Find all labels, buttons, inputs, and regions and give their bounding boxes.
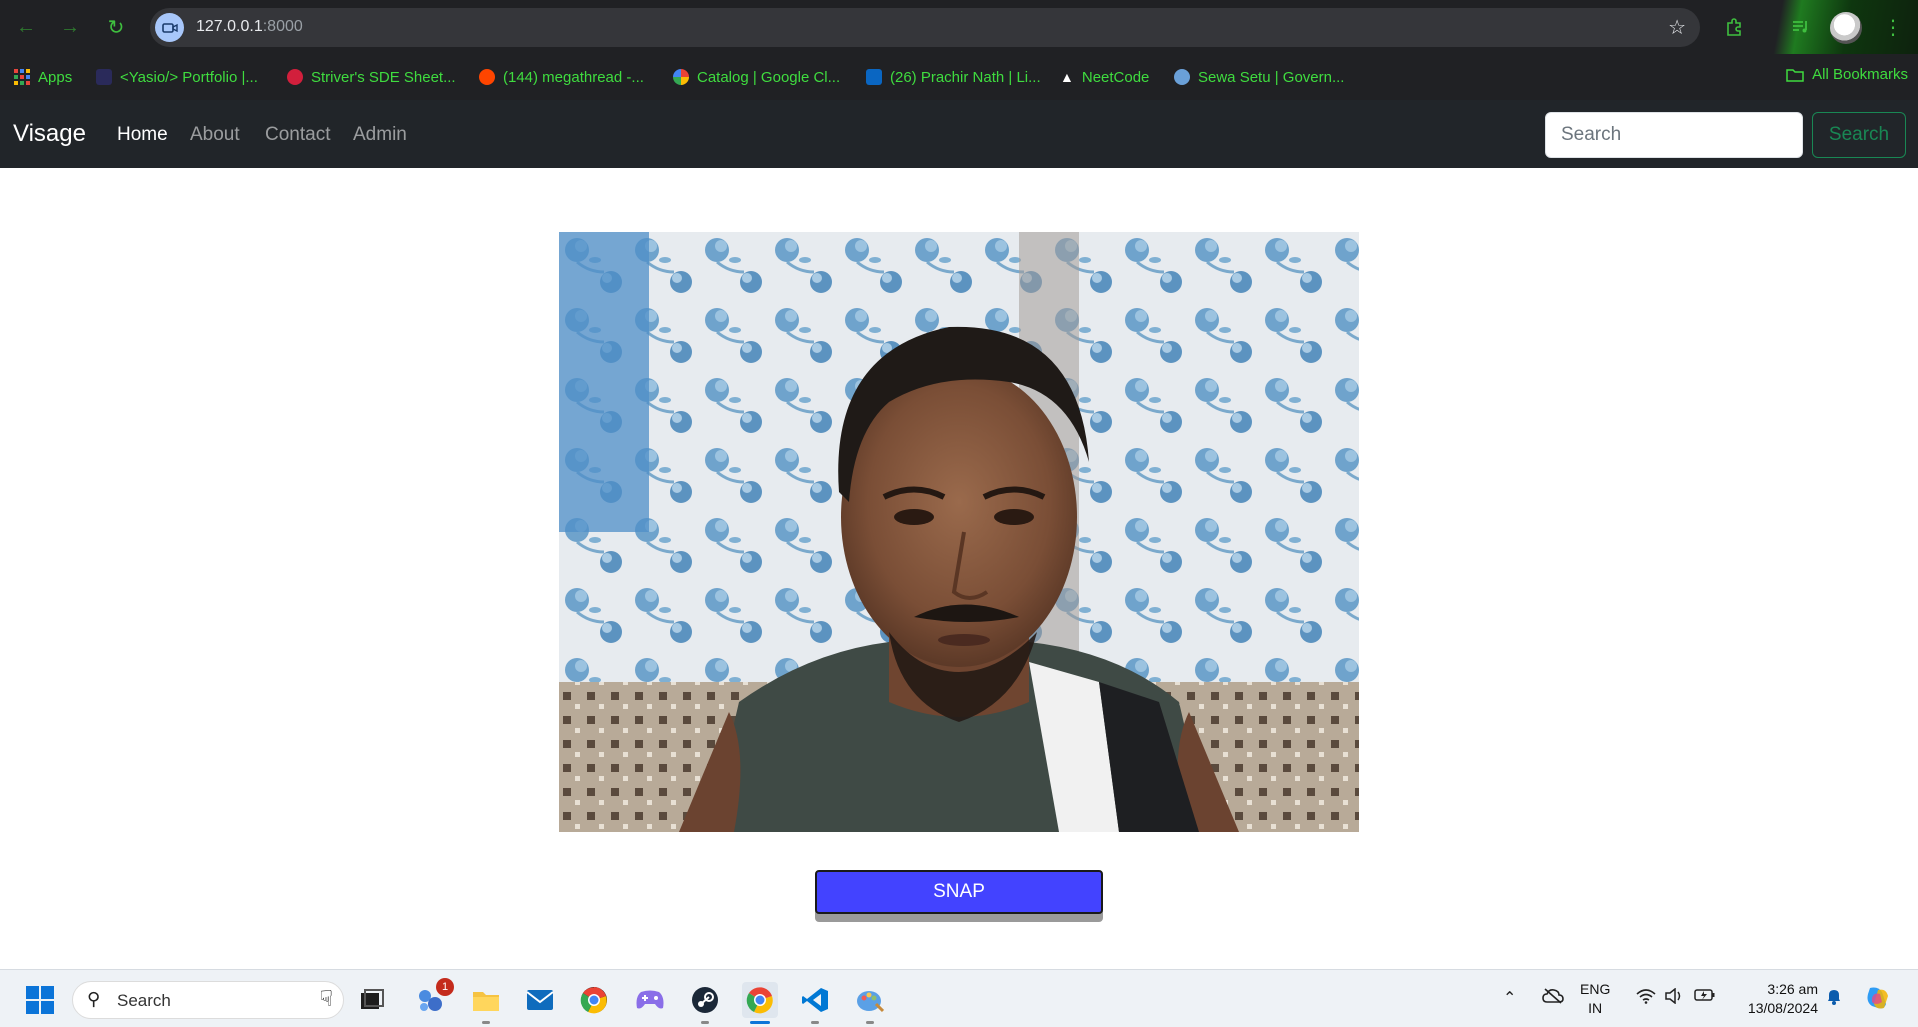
emblem-favicon-icon	[1174, 69, 1190, 85]
all-bookmarks-label: All Bookmarks	[1812, 66, 1908, 83]
extensions-icon[interactable]	[1720, 12, 1750, 42]
nav-about[interactable]: About	[190, 124, 240, 146]
url-port: :8000	[262, 18, 303, 35]
forward-icon[interactable]: →	[56, 13, 84, 41]
lang-bottom: IN	[1588, 1000, 1603, 1016]
copilot-icon[interactable]	[1864, 984, 1892, 1017]
nav-admin[interactable]: Admin	[353, 124, 407, 146]
file-explorer-icon[interactable]	[468, 982, 504, 1024]
bookmark-apps[interactable]: Apps	[14, 66, 72, 88]
task-view-icon[interactable]	[355, 982, 391, 1018]
browser-toolbar: ← → ↻ 127.0.0.1:8000 ☆ ⋮	[0, 0, 1918, 100]
bookmark-label: (26) Prachir Nath | Li...	[890, 68, 1041, 86]
bookmark-label: NeetCode	[1081, 68, 1150, 86]
reload-icon[interactable]: ↻	[102, 13, 130, 41]
site-brand[interactable]: Visage	[13, 120, 86, 148]
taskbar-search-placeholder: Search	[117, 991, 171, 1010]
apps-grid-icon	[14, 69, 30, 85]
cloud-offline-icon[interactable]	[1542, 988, 1564, 1009]
bookmark-label: <Yasio/> Portfolio |...	[120, 68, 258, 86]
bookmark-reddit[interactable]: (144) megathread -...	[479, 66, 644, 88]
bookmark-portfolio[interactable]: <Yasio/> Portfolio |...	[96, 66, 258, 88]
webcam-frame-image	[559, 232, 1359, 832]
steam-icon[interactable]	[687, 982, 723, 1024]
address-bar[interactable]: 127.0.0.1:8000 ☆	[150, 8, 1700, 47]
chrome-active-icon[interactable]	[742, 982, 778, 1024]
nav-home[interactable]: Home	[117, 124, 168, 146]
os-taskbar: ⚲ Search ☟ 1 ⌃ ENG IN 3:26 am 13/08/2024	[0, 969, 1918, 1027]
language-indicator[interactable]: ENG IN	[1580, 980, 1610, 1018]
search-highlight-icon: ☟	[319, 986, 333, 1011]
widgets-app-icon[interactable]: 1	[412, 978, 454, 1018]
portfolio-favicon-icon	[96, 69, 112, 85]
url-text: 127.0.0.1:8000	[196, 18, 303, 36]
rocket-favicon-icon: ▲	[1060, 69, 1074, 85]
system-clock[interactable]: 3:26 am 13/08/2024	[1736, 980, 1818, 1018]
bookmark-linkedin[interactable]: (26) Prachir Nath | Li...	[866, 66, 1041, 88]
mail-icon[interactable]	[522, 982, 558, 1018]
url-host: 127.0.0.1	[196, 18, 263, 35]
chevron-up-icon[interactable]: ⌃	[1503, 988, 1516, 1008]
media-controls-icon[interactable]	[1786, 12, 1816, 42]
nav-contact[interactable]: Contact	[265, 124, 330, 146]
profile-avatar[interactable]	[1830, 12, 1862, 44]
taskbar-search[interactable]: ⚲ Search ☟	[72, 981, 344, 1019]
webcam-video-feed	[559, 232, 1359, 832]
site-search-input[interactable]	[1545, 112, 1803, 158]
bookmark-google-cloud[interactable]: Catalog | Google Cl...	[673, 66, 840, 88]
google-cloud-favicon-icon	[673, 69, 689, 85]
bookmark-label: Striver's SDE Sheet...	[311, 68, 456, 86]
chrome-icon[interactable]	[576, 982, 612, 1018]
wifi-icon[interactable]	[1636, 988, 1656, 1009]
site-search-button[interactable]: Search	[1812, 112, 1906, 158]
battery-icon[interactable]	[1694, 988, 1716, 1007]
site-navbar: Visage Home About Contact Admin Search	[0, 100, 1918, 168]
paint-icon[interactable]	[852, 982, 888, 1024]
reddit-favicon-icon	[479, 69, 495, 85]
clock-date: 13/08/2024	[1747, 1000, 1818, 1016]
all-bookmarks-button[interactable]: All Bookmarks	[1786, 66, 1908, 83]
bookmark-label: Catalog | Google Cl...	[697, 68, 841, 86]
lang-top: ENG	[1580, 981, 1611, 997]
menu-kebab-icon[interactable]: ⋮	[1878, 12, 1908, 42]
bookmark-striver[interactable]: Striver's SDE Sheet...	[287, 66, 456, 88]
bookmark-label: (144) megathread -...	[503, 68, 644, 86]
notification-badge: 1	[436, 978, 454, 996]
camera-in-use-icon[interactable]	[155, 13, 184, 42]
folder-icon	[1786, 68, 1804, 82]
windows-start-icon[interactable]	[26, 986, 54, 1014]
search-icon: ⚲	[87, 989, 101, 1009]
bookmark-sewa-setu[interactable]: Sewa Setu | Govern...	[1174, 66, 1344, 88]
notification-bell-icon[interactable]	[1825, 988, 1843, 1011]
bookmark-label: Sewa Setu | Govern...	[1198, 68, 1345, 86]
volume-icon[interactable]	[1664, 987, 1684, 1009]
bookmark-label: Apps	[38, 68, 73, 86]
tuf-favicon-icon	[287, 69, 303, 85]
bookmarks-bar: Apps <Yasio/> Portfolio |... Striver's S…	[0, 54, 1918, 100]
back-icon[interactable]: ←	[12, 13, 40, 41]
linkedin-favicon-icon	[866, 69, 882, 85]
vscode-icon[interactable]	[797, 982, 833, 1024]
clock-time: 3:26 am	[1767, 981, 1818, 997]
bookmark-star-icon[interactable]: ☆	[1668, 15, 1686, 40]
bookmark-neetcode[interactable]: ▲ NeetCode	[1060, 66, 1149, 88]
snap-button[interactable]: SNAP	[815, 870, 1103, 914]
game-controller-icon[interactable]	[632, 982, 668, 1018]
